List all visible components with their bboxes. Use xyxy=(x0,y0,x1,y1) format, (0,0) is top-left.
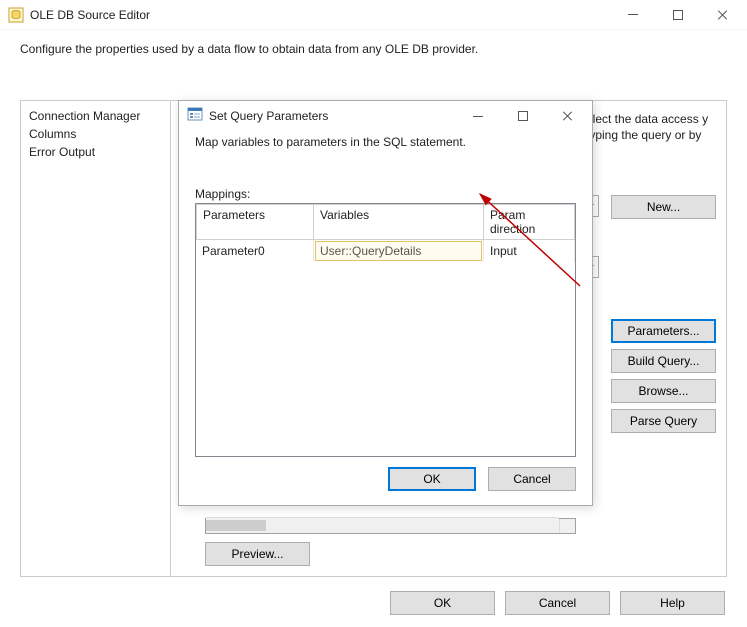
nav-item-columns[interactable]: Columns xyxy=(21,125,170,143)
col-header-variables[interactable]: Variables xyxy=(314,204,484,240)
parent-title: OLE DB Source Editor xyxy=(30,8,610,22)
left-nav: Connection Manager Columns Error Output xyxy=(21,101,171,576)
set-query-parameters-dialog: Set Query Parameters Map variables to pa… xyxy=(178,100,593,506)
browse-button[interactable]: Browse... xyxy=(611,379,716,403)
modal-close-button[interactable] xyxy=(545,101,590,131)
modal-body: Map variables to parameters in the SQL s… xyxy=(179,131,592,457)
right-desc-fragment: elect the data access y typing the query… xyxy=(586,111,716,143)
minimize-button[interactable] xyxy=(610,0,655,30)
grid-header: Parameters Variables Param direction xyxy=(196,204,575,240)
new-button[interactable]: New... xyxy=(611,195,716,219)
maximize-button[interactable] xyxy=(655,0,700,30)
right-button-column: New... Parameters... Build Query... Brow… xyxy=(611,195,716,433)
parent-ok-button[interactable]: OK xyxy=(390,591,495,615)
modal-titlebar: Set Query Parameters xyxy=(179,101,592,131)
parent-help-button[interactable]: Help xyxy=(620,591,725,615)
close-button[interactable] xyxy=(700,0,745,30)
nav-item-connection-manager[interactable]: Connection Manager xyxy=(21,107,170,125)
cell-variable[interactable]: User::QueryDetails xyxy=(314,240,484,262)
scrollbar-vertical[interactable] xyxy=(559,519,575,533)
parent-bottom-buttons: OK Cancel Help xyxy=(390,591,725,615)
modal-ok-button[interactable]: OK xyxy=(388,467,476,491)
cell-parameter[interactable]: Parameter0 xyxy=(196,240,314,262)
mappings-grid[interactable]: Parameters Variables Param direction Par… xyxy=(195,203,576,457)
modal-minimize-button[interactable] xyxy=(455,101,500,131)
db-icon xyxy=(8,7,24,23)
modal-title: Set Query Parameters xyxy=(209,109,455,123)
parameters-button[interactable]: Parameters... xyxy=(611,319,716,343)
parse-query-button[interactable]: Parse Query xyxy=(611,409,716,433)
form-grid-icon xyxy=(187,107,203,126)
grid-row[interactable]: Parameter0 User::QueryDetails Input xyxy=(196,240,575,262)
parent-intro: Configure the properties used by a data … xyxy=(0,30,747,62)
modal-description: Map variables to parameters in the SQL s… xyxy=(195,135,576,149)
modal-maximize-button[interactable] xyxy=(500,101,545,131)
preview-button[interactable]: Preview... xyxy=(205,542,310,566)
nav-item-error-output[interactable]: Error Output xyxy=(21,143,170,161)
parent-cancel-button[interactable]: Cancel xyxy=(505,591,610,615)
modal-button-row: OK Cancel xyxy=(179,457,592,505)
parent-titlebar: OLE DB Source Editor xyxy=(0,0,747,30)
mappings-label: Mappings: xyxy=(195,187,576,201)
cell-direction[interactable]: Input xyxy=(484,240,575,262)
parent-window-controls xyxy=(610,0,745,30)
scrollbar-horizontal[interactable] xyxy=(206,517,559,533)
col-header-param-direction[interactable]: Param direction xyxy=(484,204,575,240)
modal-cancel-button[interactable]: Cancel xyxy=(488,467,576,491)
sql-textarea[interactable] xyxy=(205,518,576,534)
col-header-parameters[interactable]: Parameters xyxy=(196,204,314,240)
build-query-button[interactable]: Build Query... xyxy=(611,349,716,373)
modal-window-controls xyxy=(455,101,590,131)
